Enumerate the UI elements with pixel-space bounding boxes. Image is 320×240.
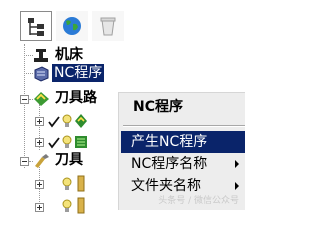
machine-icon (33, 48, 49, 67)
tree-node-nc-program[interactable]: NC程序 (52, 64, 105, 82)
menu-item-label: 产生NC程序 (131, 134, 208, 150)
tool-item-icon (76, 197, 86, 218)
submenu-arrow-icon (235, 182, 239, 190)
toolpath-item-icon (74, 113, 88, 133)
globe-button[interactable] (56, 11, 88, 41)
toolpath-child-2-expand-toggle[interactable] (35, 138, 44, 147)
menu-item-nc-program-name[interactable]: NC程序名称 (121, 153, 245, 175)
tree-node-machine[interactable]: 机床 (55, 46, 83, 64)
explorer-toolbar (20, 4, 140, 44)
recycle-bin-button[interactable] (92, 11, 124, 41)
nc-program-icon (33, 66, 50, 86)
context-menu-separator (123, 125, 245, 127)
tool-child-2-expand-toggle[interactable] (35, 203, 44, 212)
context-menu-title: NC程序 (133, 99, 183, 115)
submenu-arrow-icon (235, 160, 239, 168)
tree-view-icon (28, 18, 44, 36)
tool-item-icon (76, 175, 86, 196)
light-bulb-icon[interactable] (62, 114, 72, 133)
tree-node-tool[interactable]: 刀具 (55, 151, 83, 169)
recycle-bin-icon (100, 17, 116, 36)
toolpath-collapse-toggle[interactable] (20, 95, 29, 104)
toolpath-child-1-expand-toggle[interactable] (35, 117, 44, 126)
nc-program-context-menu: NC程序 产生NC程序 NC程序名称 文件夹名称 头条号 / 微信公众号 (118, 92, 245, 210)
menu-item-label: NC程序名称 (131, 156, 208, 172)
tool-child-1-expand-toggle[interactable] (35, 180, 44, 189)
check-icon[interactable] (48, 114, 60, 133)
tree-node-toolpath[interactable]: 刀具路 (55, 89, 97, 107)
globe-icon (63, 17, 81, 35)
light-bulb-icon[interactable] (62, 177, 72, 196)
light-bulb-icon[interactable] (62, 199, 72, 218)
tree-view-button[interactable] (20, 11, 52, 41)
menu-item-create-nc-program[interactable]: 产生NC程序 (121, 131, 245, 153)
menu-item-label: 文件夹名称 (131, 178, 201, 194)
tool-icon (33, 153, 50, 173)
toolpath-icon (33, 91, 50, 111)
watermark-text: 头条号 / 微信公众号 (158, 196, 239, 206)
tool-collapse-toggle[interactable] (20, 157, 29, 166)
